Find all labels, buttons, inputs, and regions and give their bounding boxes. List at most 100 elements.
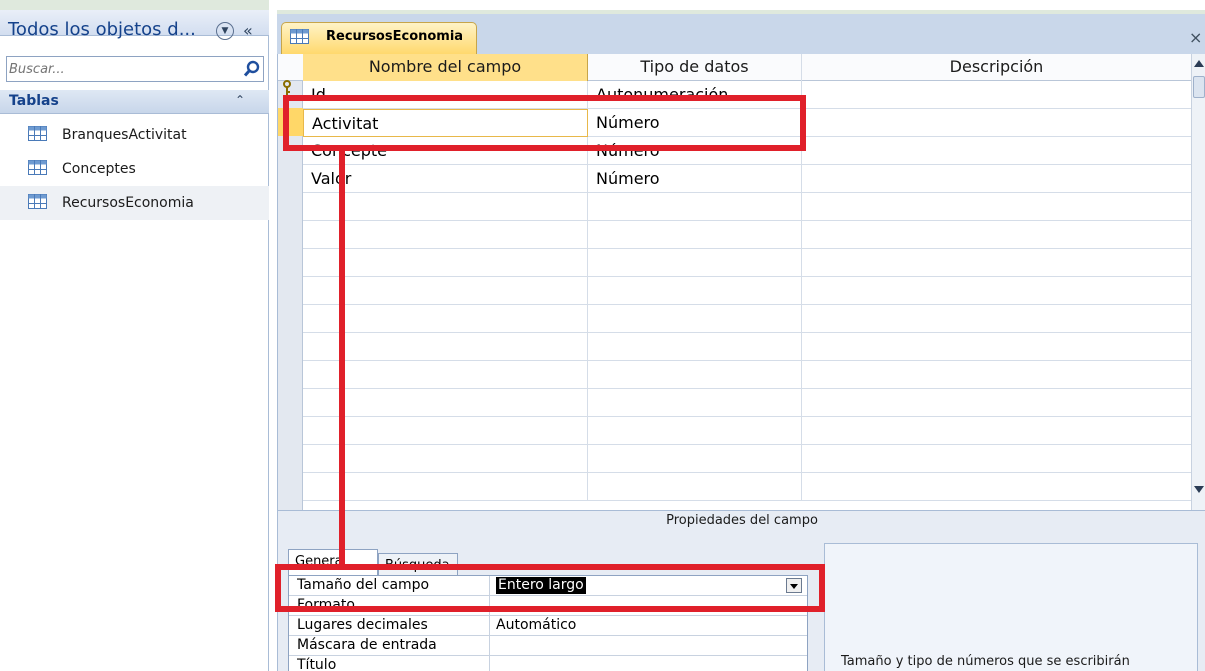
- tab-strip: RecursosEconomia ×: [277, 10, 1205, 56]
- table-row[interactable]: [303, 193, 1192, 221]
- data-type-cell[interactable]: [588, 277, 802, 305]
- field-name-cell[interactable]: [303, 305, 588, 333]
- property-value[interactable]: [489, 636, 807, 656]
- table-row[interactable]: [303, 249, 1192, 277]
- description-cell[interactable]: [802, 361, 1192, 389]
- description-cell[interactable]: [802, 445, 1192, 473]
- table-icon: [28, 126, 47, 141]
- table-row[interactable]: [303, 473, 1192, 501]
- table-row[interactable]: [303, 417, 1192, 445]
- primary-key-icon: [283, 80, 291, 95]
- properties-title: Propiedades del campo: [666, 513, 818, 528]
- nav-item-branquesactivitat[interactable]: BranquesActivitat: [0, 118, 269, 152]
- annotation-connector-line: [339, 151, 345, 564]
- description-cell[interactable]: [802, 277, 1192, 305]
- tab-recursoseconomia[interactable]: RecursosEconomia: [281, 22, 477, 56]
- field-name-cell[interactable]: [303, 473, 588, 501]
- field-name-cell[interactable]: [303, 445, 588, 473]
- table-row[interactable]: [303, 445, 1192, 473]
- data-type-cell[interactable]: [588, 249, 802, 277]
- property-name: Título: [297, 657, 337, 671]
- column-header-descripcion[interactable]: Descripción: [802, 54, 1192, 81]
- field-name-cell[interactable]: [303, 333, 588, 361]
- description-cell[interactable]: [802, 417, 1192, 445]
- table-icon: [28, 194, 47, 209]
- grid-header: Nombre del campo Tipo de datos Descripci…: [278, 54, 1192, 81]
- table-row[interactable]: [303, 305, 1192, 333]
- nav-item-label: BranquesActivitat: [62, 127, 187, 143]
- vertical-scrollbar[interactable]: [1191, 54, 1205, 510]
- column-header-nombre[interactable]: Nombre del campo: [303, 54, 588, 81]
- table-row[interactable]: Valor Número: [303, 165, 1192, 193]
- data-type-cell[interactable]: Número: [588, 165, 802, 193]
- group-label: Tablas: [9, 93, 59, 109]
- collapse-pane-icon[interactable]: «: [243, 21, 253, 40]
- scroll-down-arrow-icon[interactable]: [1194, 486, 1204, 493]
- table-row[interactable]: [303, 221, 1192, 249]
- nav-title[interactable]: Todos los objetos d...: [8, 19, 196, 40]
- data-type-cell[interactable]: [588, 389, 802, 417]
- search-icon[interactable]: [243, 60, 261, 78]
- data-type-cell[interactable]: [588, 221, 802, 249]
- property-row[interactable]: Lugares decimales Automático: [289, 616, 807, 636]
- field-name-cell[interactable]: [303, 221, 588, 249]
- table-row[interactable]: [303, 333, 1192, 361]
- data-type-cell[interactable]: [588, 417, 802, 445]
- property-name: Máscara de entrada: [297, 637, 437, 653]
- description-cell[interactable]: [802, 165, 1192, 193]
- description-cell[interactable]: [802, 333, 1192, 361]
- search-input[interactable]: [9, 59, 237, 79]
- data-type-cell[interactable]: [588, 473, 802, 501]
- data-type-cell[interactable]: [588, 445, 802, 473]
- field-name-cell[interactable]: [303, 389, 588, 417]
- annotation-box-property: [275, 564, 825, 612]
- scroll-up-arrow-icon[interactable]: [1194, 60, 1204, 67]
- field-name-cell[interactable]: [303, 277, 588, 305]
- description-cell[interactable]: [802, 81, 1192, 109]
- description-cell[interactable]: [802, 109, 1192, 137]
- table-icon: [290, 29, 309, 44]
- nav-menu-chevron-icon[interactable]: ▼: [216, 22, 234, 40]
- field-name-cell[interactable]: [303, 417, 588, 445]
- table-row[interactable]: [303, 361, 1192, 389]
- nav-header[interactable]: Todos los objetos d... ▼ «: [0, 0, 269, 40]
- collapse-group-icon[interactable]: ⌃: [235, 93, 245, 107]
- data-type-cell[interactable]: [588, 361, 802, 389]
- description-cell[interactable]: [802, 221, 1192, 249]
- description-cell[interactable]: [802, 137, 1192, 165]
- description-cell[interactable]: [802, 473, 1192, 501]
- nav-item-conceptes[interactable]: Conceptes: [0, 152, 269, 186]
- property-value[interactable]: Automático: [489, 616, 807, 636]
- annotation-box-row: [283, 95, 806, 151]
- field-name-cell[interactable]: [303, 249, 588, 277]
- close-icon[interactable]: ×: [1189, 28, 1202, 47]
- field-name-cell[interactable]: [303, 361, 588, 389]
- property-row[interactable]: Título: [289, 656, 807, 671]
- description-cell[interactable]: [802, 389, 1192, 417]
- description-cell[interactable]: [802, 305, 1192, 333]
- field-name-cell[interactable]: [303, 193, 588, 221]
- column-header-tipo[interactable]: Tipo de datos: [588, 54, 802, 81]
- search-box[interactable]: [6, 56, 264, 82]
- property-name: Lugares decimales: [297, 617, 428, 633]
- property-help-box: Tamaño y tipo de números que se escribir…: [824, 543, 1198, 671]
- nav-item-label: Conceptes: [62, 161, 136, 177]
- field-name-cell[interactable]: Valor: [303, 165, 588, 193]
- nav-item-recursoseconomia[interactable]: RecursosEconomia: [0, 186, 269, 220]
- data-type-cell[interactable]: [588, 305, 802, 333]
- data-type-cell[interactable]: [588, 193, 802, 221]
- property-value[interactable]: [489, 656, 807, 671]
- help-text: Tamaño y tipo de números que se escribir…: [841, 654, 1130, 669]
- table-row[interactable]: [303, 277, 1192, 305]
- property-row[interactable]: Máscara de entrada: [289, 636, 807, 656]
- description-cell[interactable]: [802, 249, 1192, 277]
- description-cell[interactable]: [802, 193, 1192, 221]
- group-header-tablas[interactable]: Tablas ⌃: [0, 90, 269, 114]
- scroll-thumb[interactable]: [1193, 76, 1205, 98]
- data-type-cell[interactable]: [588, 333, 802, 361]
- table-row[interactable]: [303, 389, 1192, 417]
- table-icon: [28, 160, 47, 175]
- tab-label: RecursosEconomia: [326, 29, 464, 44]
- nav-item-label: RecursosEconomia: [62, 195, 194, 211]
- navigation-pane: Todos los objetos d... ▼ « Tablas ⌃ Bran…: [0, 0, 269, 671]
